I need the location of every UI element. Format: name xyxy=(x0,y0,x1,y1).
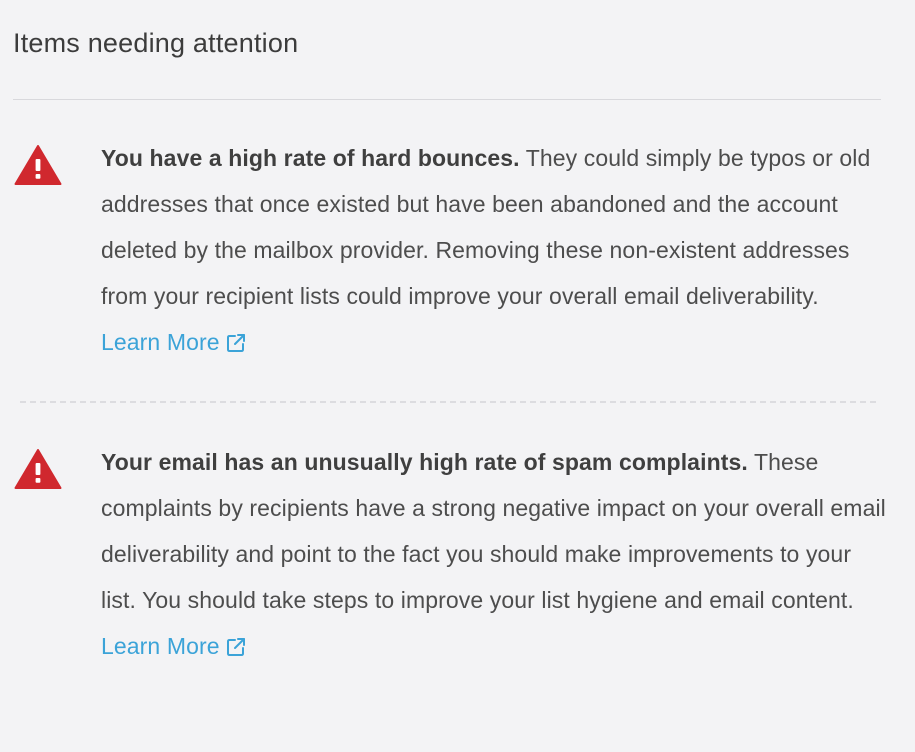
learn-more-link[interactable]: Learn More xyxy=(101,329,246,355)
learn-more-link[interactable]: Learn More xyxy=(101,633,246,659)
alert-message: You have a high rate of hard bounces. Th… xyxy=(101,135,891,365)
learn-more-label: Learn More xyxy=(101,329,220,355)
attention-panel: Items needing attention You have a high … xyxy=(0,0,915,752)
warning-triangle-icon xyxy=(14,449,62,489)
external-link-icon xyxy=(226,334,245,352)
alert-headline: You have a high rate of hard bounces. xyxy=(101,145,520,171)
warning-triangle-icon xyxy=(14,145,62,185)
alert-divider xyxy=(20,401,876,403)
learn-more-label: Learn More xyxy=(101,633,220,659)
alert-headline: Your email has an unusually high rate of… xyxy=(101,449,748,475)
external-link-icon xyxy=(226,638,245,656)
title-divider xyxy=(13,99,881,100)
alert-message: Your email has an unusually high rate of… xyxy=(101,439,891,669)
panel-title: Items needing attention xyxy=(13,28,299,58)
